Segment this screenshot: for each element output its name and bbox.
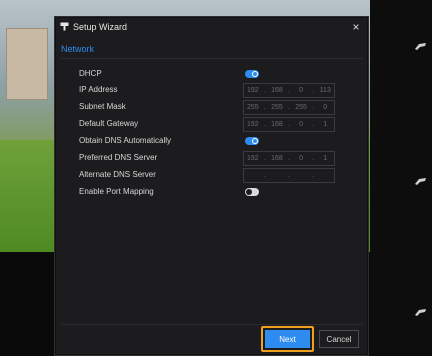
port-mapping-label: Enable Port Mapping bbox=[79, 187, 154, 196]
tab-divider bbox=[61, 58, 362, 59]
octet-separator: . bbox=[287, 172, 290, 179]
octet: 255 bbox=[271, 104, 283, 111]
octet-separator: . bbox=[312, 172, 315, 179]
octet-separator: . bbox=[263, 87, 266, 94]
preferred-dns-row: Preferred DNS Server 192 . 168 . 0 . 1 bbox=[79, 151, 349, 166]
ip-address-label: IP Address bbox=[79, 85, 118, 94]
octet: 113 bbox=[319, 87, 331, 94]
default-gateway-label: Default Gateway bbox=[79, 119, 139, 128]
default-gateway-field[interactable]: 192 . 168 . 0 . 1 bbox=[243, 117, 335, 132]
dialog-title: Setup Wizard bbox=[73, 22, 128, 32]
octet-separator: . bbox=[263, 172, 266, 179]
setup-wizard-dialog: Setup Wizard × Network DHCP IP Address 1… bbox=[54, 16, 369, 356]
octet-separator: . bbox=[312, 104, 315, 111]
toggle-knob bbox=[252, 138, 258, 144]
octet: 0 bbox=[323, 104, 328, 111]
obtain-dns-toggle[interactable] bbox=[245, 137, 259, 145]
default-gateway-row: Default Gateway 192 . 168 . 0 . 1 bbox=[79, 117, 349, 132]
octet: 168 bbox=[271, 121, 283, 128]
octet-separator: . bbox=[287, 87, 290, 94]
cancel-button[interactable]: Cancel bbox=[319, 330, 359, 348]
octet: 0 bbox=[299, 121, 303, 128]
preferred-dns-field[interactable]: 192 . 168 . 0 . 1 bbox=[243, 151, 335, 166]
ip-address-field[interactable]: 192 . 168 . 0 . 113 bbox=[243, 83, 335, 98]
camera-icon bbox=[60, 22, 69, 31]
octet-separator: . bbox=[287, 121, 290, 128]
toggle-knob bbox=[252, 71, 258, 77]
octet-separator: . bbox=[287, 155, 290, 162]
alternate-dns-label: Alternate DNS Server bbox=[79, 170, 156, 179]
octet: 0 bbox=[299, 87, 303, 94]
subnet-mask-row: Subnet Mask 255 . 255 . 255 . 0 bbox=[79, 100, 349, 115]
octet-separator: . bbox=[312, 155, 315, 162]
footer-divider bbox=[61, 324, 362, 325]
octet: 192 bbox=[246, 121, 259, 128]
obtain-dns-label: Obtain DNS Automatically bbox=[79, 136, 172, 145]
octet-separator: . bbox=[287, 104, 290, 111]
camera-status-icon bbox=[414, 308, 430, 318]
alternate-dns-row: Alternate DNS Server . . . bbox=[79, 168, 349, 183]
octet: 192 bbox=[246, 155, 259, 162]
next-button[interactable]: Next bbox=[265, 330, 310, 348]
close-button[interactable]: × bbox=[350, 21, 362, 33]
preferred-dns-label: Preferred DNS Server bbox=[79, 153, 158, 162]
camera-status-icon bbox=[414, 42, 430, 52]
octet: 1 bbox=[323, 121, 328, 128]
dialog-titlebar: Setup Wizard × bbox=[55, 17, 368, 37]
subnet-mask-label: Subnet Mask bbox=[79, 102, 126, 111]
alternate-dns-field[interactable]: . . . bbox=[243, 168, 335, 183]
tab-network[interactable]: Network bbox=[61, 44, 94, 54]
octet-separator: . bbox=[263, 104, 266, 111]
camera-status-icon bbox=[414, 177, 430, 187]
octet: 0 bbox=[299, 155, 303, 162]
ip-address-row: IP Address 192 . 168 . 0 . 113 bbox=[79, 83, 349, 98]
toggle-knob bbox=[246, 189, 252, 195]
octet-separator: . bbox=[263, 121, 266, 128]
subnet-mask-field[interactable]: 255 . 255 . 255 . 0 bbox=[243, 100, 335, 115]
octet: 255 bbox=[295, 104, 307, 111]
dhcp-toggle[interactable] bbox=[245, 70, 259, 78]
port-mapping-row: Enable Port Mapping bbox=[79, 185, 349, 199]
obtain-dns-row: Obtain DNS Automatically bbox=[79, 134, 349, 148]
octet: 255 bbox=[246, 104, 259, 111]
octet: 192 bbox=[246, 87, 259, 94]
house-image bbox=[6, 28, 48, 100]
octet: 168 bbox=[271, 155, 283, 162]
right-panel bbox=[370, 0, 432, 354]
dhcp-label: DHCP bbox=[79, 69, 102, 78]
octet-separator: . bbox=[312, 121, 315, 128]
octet-separator: . bbox=[263, 155, 266, 162]
dhcp-row: DHCP bbox=[79, 67, 349, 81]
port-mapping-toggle[interactable] bbox=[245, 188, 259, 196]
octet-separator: . bbox=[312, 87, 315, 94]
octet: 1 bbox=[323, 155, 328, 162]
octet: 168 bbox=[271, 87, 283, 94]
